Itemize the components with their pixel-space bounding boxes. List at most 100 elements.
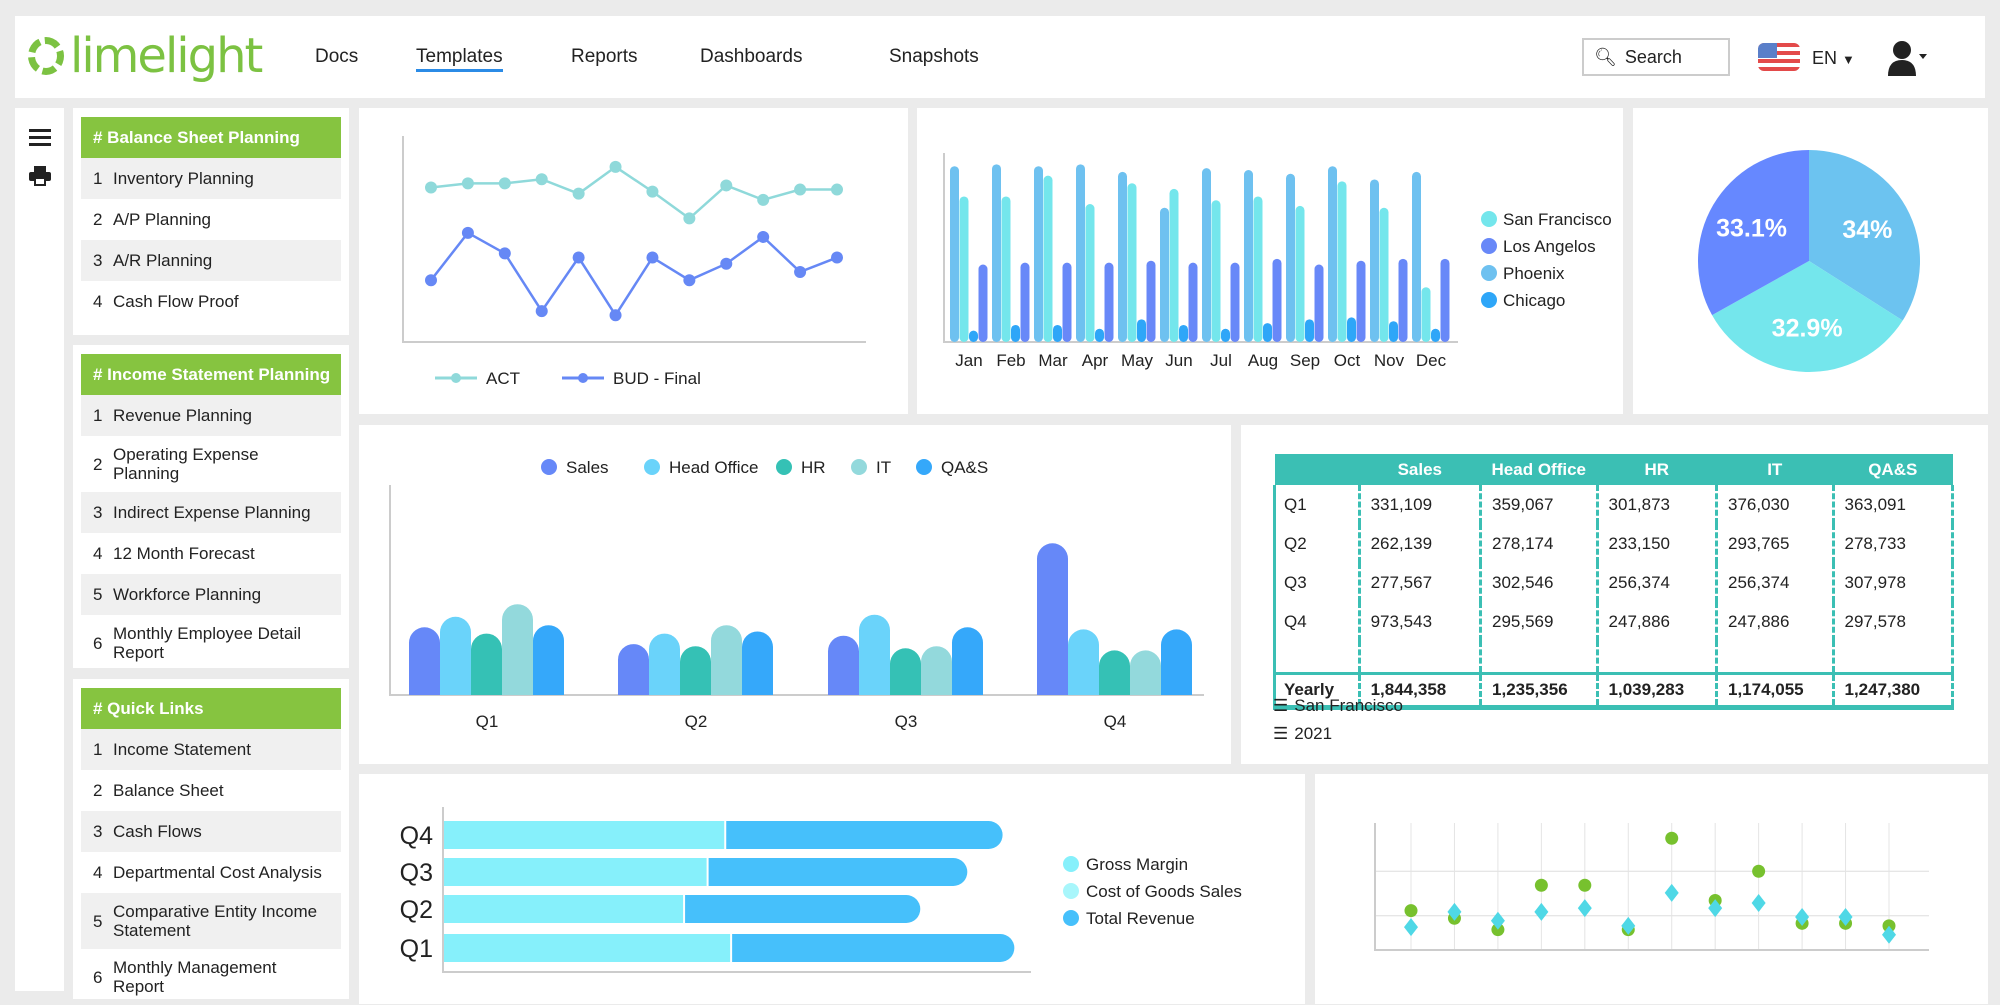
legend-marker (1481, 211, 1497, 227)
data-point (609, 160, 622, 173)
bar (1095, 328, 1104, 342)
x-tick-label: Aug (1248, 351, 1278, 370)
bar (1062, 262, 1072, 342)
bar (992, 164, 1001, 342)
bar (1037, 543, 1068, 695)
data-point (572, 251, 585, 264)
bar (1379, 207, 1389, 342)
legend-label: Total Revenue (1086, 909, 1195, 928)
legend-label: Chicago (1503, 291, 1565, 310)
bar (1440, 258, 1450, 342)
data-point (831, 183, 843, 196)
bar (1127, 183, 1137, 342)
bar (1104, 262, 1114, 342)
legend-marker (1481, 265, 1497, 281)
x-tick-label: Sep (1290, 351, 1320, 370)
y-tick-label: Q1 (400, 935, 433, 963)
bar (1221, 328, 1230, 342)
bar (1244, 170, 1253, 342)
line-series (430, 231, 838, 318)
legend-marker (776, 459, 792, 475)
bar (1202, 168, 1211, 342)
data-point (757, 193, 770, 206)
legend-marker (1481, 238, 1497, 254)
bar-segment (444, 934, 731, 962)
bar (1169, 188, 1179, 342)
scatter-point (1664, 883, 1679, 902)
data-point (498, 177, 511, 190)
data-point (683, 212, 696, 225)
bar (1160, 207, 1169, 342)
y-tick-label: Q2 (400, 896, 433, 924)
x-tick-label: Apr (1082, 351, 1109, 370)
legend-marker (578, 373, 588, 383)
data-point (572, 187, 585, 200)
bar (440, 616, 471, 695)
bar (1272, 258, 1282, 342)
x-tick-label: Q1 (476, 712, 499, 731)
x-tick-label: Oct (1334, 351, 1361, 370)
scatter-point (1404, 918, 1418, 937)
bar (1328, 166, 1337, 342)
axis (402, 136, 866, 343)
x-tick-label: Q4 (1104, 712, 1127, 731)
bar-segment (726, 821, 1003, 849)
bar (1263, 323, 1272, 342)
bar (1389, 321, 1398, 342)
legend-marker (1063, 910, 1079, 926)
bar (1085, 204, 1095, 342)
data-point (646, 251, 659, 264)
x-tick-label: Feb (996, 351, 1025, 370)
bar (533, 625, 564, 695)
legend-marker (451, 373, 461, 383)
bar (649, 633, 680, 695)
legend-label: QA&S (941, 458, 988, 477)
legend-label: San Francisco (1503, 210, 1612, 229)
bar (1053, 324, 1062, 342)
scatter-point (1751, 894, 1766, 913)
legend-label: Head Office (669, 458, 758, 477)
bar (1146, 260, 1156, 342)
bar (859, 614, 890, 695)
bar (742, 631, 773, 695)
bar (1295, 205, 1305, 342)
data-point (646, 185, 659, 198)
bar (1370, 179, 1379, 342)
scatter-point (1534, 902, 1549, 921)
data-point (720, 179, 733, 192)
bar (1253, 196, 1263, 342)
slice-label: 33.1% (1716, 214, 1787, 242)
bar (1188, 262, 1198, 342)
bar (711, 625, 742, 695)
scatter-point (1578, 878, 1592, 892)
data-point (831, 251, 843, 264)
slice-label: 32.9% (1772, 315, 1843, 343)
legend-label: Los Angelos (1503, 237, 1596, 256)
scatter-point (1404, 904, 1418, 918)
bar (1161, 629, 1192, 695)
bar (1020, 262, 1030, 342)
bar (828, 635, 859, 695)
data-point (425, 274, 437, 287)
charts-layer: ACT BUD - Final Jan Feb Mar Apr May Jun Jul Aug Se… (389, 136, 1929, 973)
bar-segment (732, 934, 1015, 962)
data-point (609, 309, 622, 322)
bar (1034, 166, 1043, 342)
bar (1137, 319, 1146, 342)
legend-label: ACT (486, 369, 520, 388)
bar (1118, 171, 1127, 342)
scatter-point (1577, 899, 1592, 918)
bar (959, 196, 969, 342)
x-tick-label: Mar (1038, 351, 1068, 370)
y-tick-label: Q4 (400, 822, 433, 850)
bar (1076, 164, 1085, 342)
line-series (430, 165, 837, 221)
data-point (535, 173, 548, 186)
bar (1130, 650, 1161, 695)
bar (1099, 650, 1130, 695)
legend-label: HR (801, 458, 826, 477)
bar (1001, 196, 1011, 342)
bar (1305, 319, 1314, 342)
data-point (757, 230, 770, 243)
data-point (535, 305, 548, 318)
